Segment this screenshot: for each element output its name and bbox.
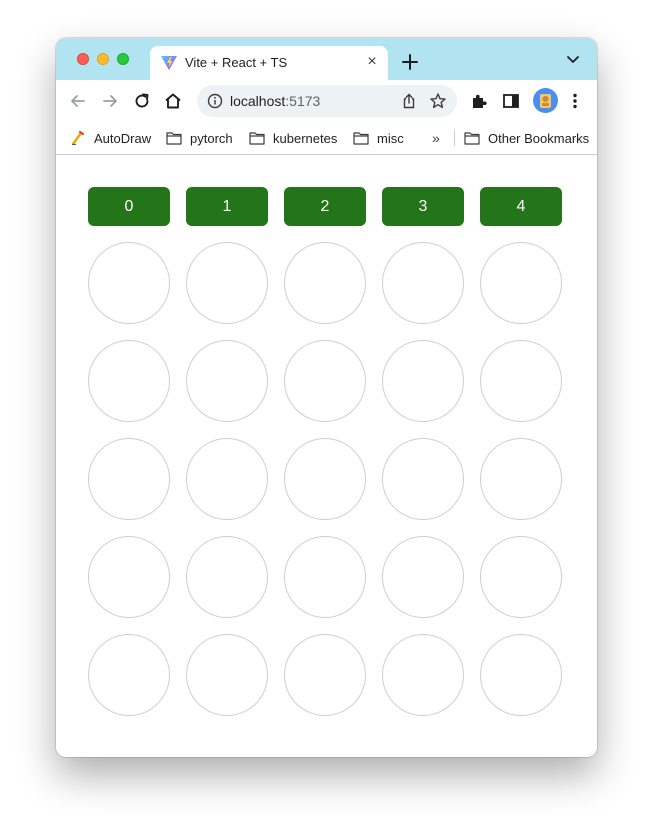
bookmark-star-icon[interactable] [429,92,447,110]
bookmark-folder-misc[interactable]: misc [353,122,404,154]
address-bar[interactable]: localhost:5173 [197,85,457,117]
close-window-button[interactable] [77,53,89,65]
board-cell [480,536,562,618]
bookmark-label: misc [377,130,404,146]
board-cell [284,340,366,422]
drop-column-button-3[interactable]: 3 [382,187,464,226]
board-cell [382,242,464,324]
back-arrow-icon[interactable] [68,91,88,111]
folder-icon [353,132,369,145]
bookmark-label: Other Bookmarks [488,130,590,146]
profile-avatar[interactable] [533,88,558,113]
board-cell [88,340,170,422]
board-cell [284,438,366,520]
home-icon[interactable] [163,91,183,111]
board-cell [284,634,366,716]
share-icon[interactable] [400,92,418,110]
board-cell [382,536,464,618]
zoom-window-button[interactable] [117,53,129,65]
board-cell [186,634,268,716]
forward-arrow-icon[interactable] [100,91,120,111]
bookmarks-bar: AutoDraw pytorch kubernetes misc » Other… [56,122,597,155]
board-cell [480,634,562,716]
bookmark-label: kubernetes [273,130,338,146]
autodraw-icon [71,131,84,145]
board-cell [382,634,464,716]
board-cell [480,340,562,422]
folder-icon [166,132,182,145]
bookmark-autodraw[interactable]: AutoDraw [70,122,151,154]
other-bookmarks-folder[interactable]: Other Bookmarks [464,122,589,154]
reload-icon[interactable] [132,91,152,111]
new-tab-icon[interactable] [400,52,420,72]
board-cell [284,242,366,324]
board-cell [186,242,268,324]
board-cell [88,242,170,324]
profile-icon [540,94,551,108]
board-cell [382,438,464,520]
bookmark-folder-pytorch[interactable]: pytorch [166,122,233,154]
drop-column-button-4[interactable]: 4 [480,187,562,226]
board-cell [88,634,170,716]
minimize-window-button[interactable] [97,53,109,65]
tab-strip: Vite + React + TS × [56,38,597,80]
board-cell [480,438,562,520]
side-panel-icon[interactable] [501,91,521,111]
more-menu-icon[interactable] [565,91,585,111]
chevron-down-icon[interactable] [566,55,580,65]
board-cell [186,340,268,422]
vite-logo-icon [161,56,177,70]
browser-window: Vite + React + TS × localhost:5173 AutoD… [56,38,597,757]
game-board: 0 1 2 3 4 [88,187,562,732]
bookmarks-divider [454,130,455,146]
board-cell [382,340,464,422]
board-cell [186,438,268,520]
bookmarks-overflow-icon[interactable]: » [432,130,446,146]
drop-column-button-2[interactable]: 2 [284,187,366,226]
browser-toolbar: localhost:5173 [56,80,597,122]
tab-close-icon[interactable]: × [364,54,380,70]
drop-column-button-0[interactable]: 0 [88,187,170,226]
bookmark-folder-kubernetes[interactable]: kubernetes [249,122,337,154]
board-cell [480,242,562,324]
url-port: :5173 [285,93,321,109]
info-icon[interactable] [207,93,223,109]
board-cell [186,536,268,618]
browser-tab[interactable]: Vite + React + TS × [150,46,388,80]
board-cell [88,438,170,520]
extensions-puzzle-icon[interactable] [469,91,489,111]
url-text: localhost:5173 [230,93,320,109]
drop-column-button-1[interactable]: 1 [186,187,268,226]
url-host: localhost [230,93,286,109]
bookmark-label: pytorch [190,130,233,146]
board-cell [88,536,170,618]
folder-icon [464,132,480,145]
board-cell [284,536,366,618]
folder-icon [249,132,265,145]
page-content: 0 1 2 3 4 [56,155,597,757]
bookmark-label: AutoDraw [94,130,152,146]
tab-title: Vite + React + TS [185,55,288,70]
